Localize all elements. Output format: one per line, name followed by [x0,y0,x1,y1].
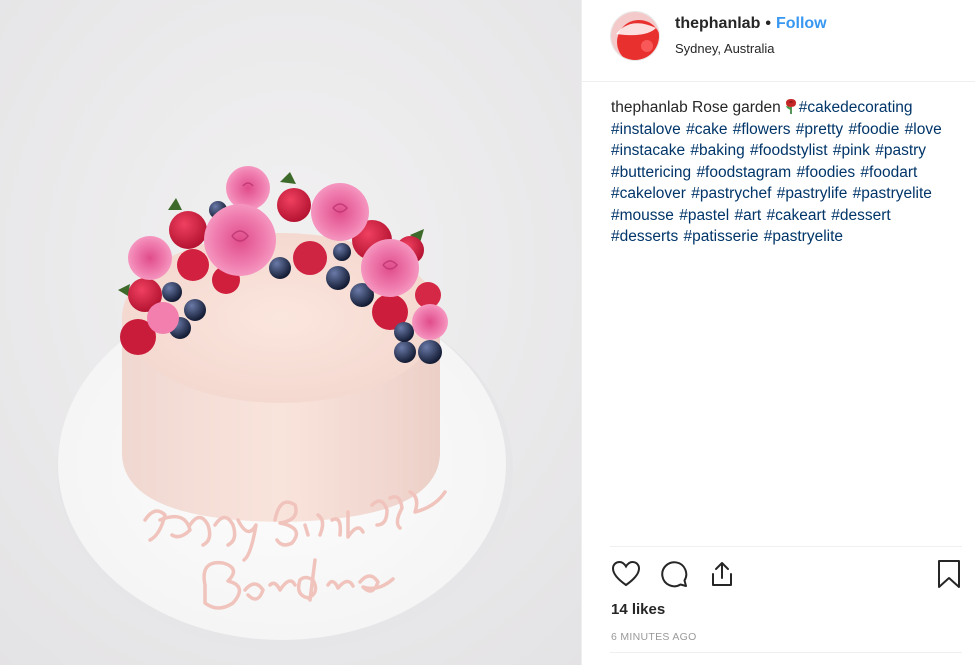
comment-button[interactable] [658,558,690,590]
header-username[interactable]: thephanlab [675,15,760,33]
rose-icon [784,98,798,114]
post-caption: thephanlab Rose garden #cakedecorating #i… [611,97,961,248]
heart-icon [612,561,640,587]
header-separator: • [765,15,771,32]
caption-hashtags[interactable]: #cakedecorating #instalove #cake #flower… [611,99,942,245]
cake-photo [0,0,581,665]
post-image[interactable] [0,0,581,665]
likes-count[interactable]: 14 likes [611,601,665,618]
comment-icon [661,561,688,588]
save-button[interactable] [933,558,965,590]
like-button[interactable] [610,558,642,590]
share-button[interactable] [706,558,738,590]
avatar[interactable] [610,11,660,61]
follow-button[interactable]: Follow [776,15,827,33]
share-icon [712,562,732,586]
caption-text: Rose garden [692,99,781,116]
bottom-divider [610,652,962,653]
post-side-panel: thephanlab • Follow Sydney, Australia th… [582,0,975,665]
actions-divider [610,546,962,547]
post-timestamp[interactable]: 6 MINUTES AGO [611,631,697,643]
post-header: thephanlab • Follow Sydney, Australia [582,0,975,82]
post-actions [582,556,975,592]
bookmark-icon [938,560,960,588]
caption-username[interactable]: thephanlab [611,99,688,116]
avatar-image [611,12,659,60]
location-link[interactable]: Sydney, Australia [675,41,827,56]
